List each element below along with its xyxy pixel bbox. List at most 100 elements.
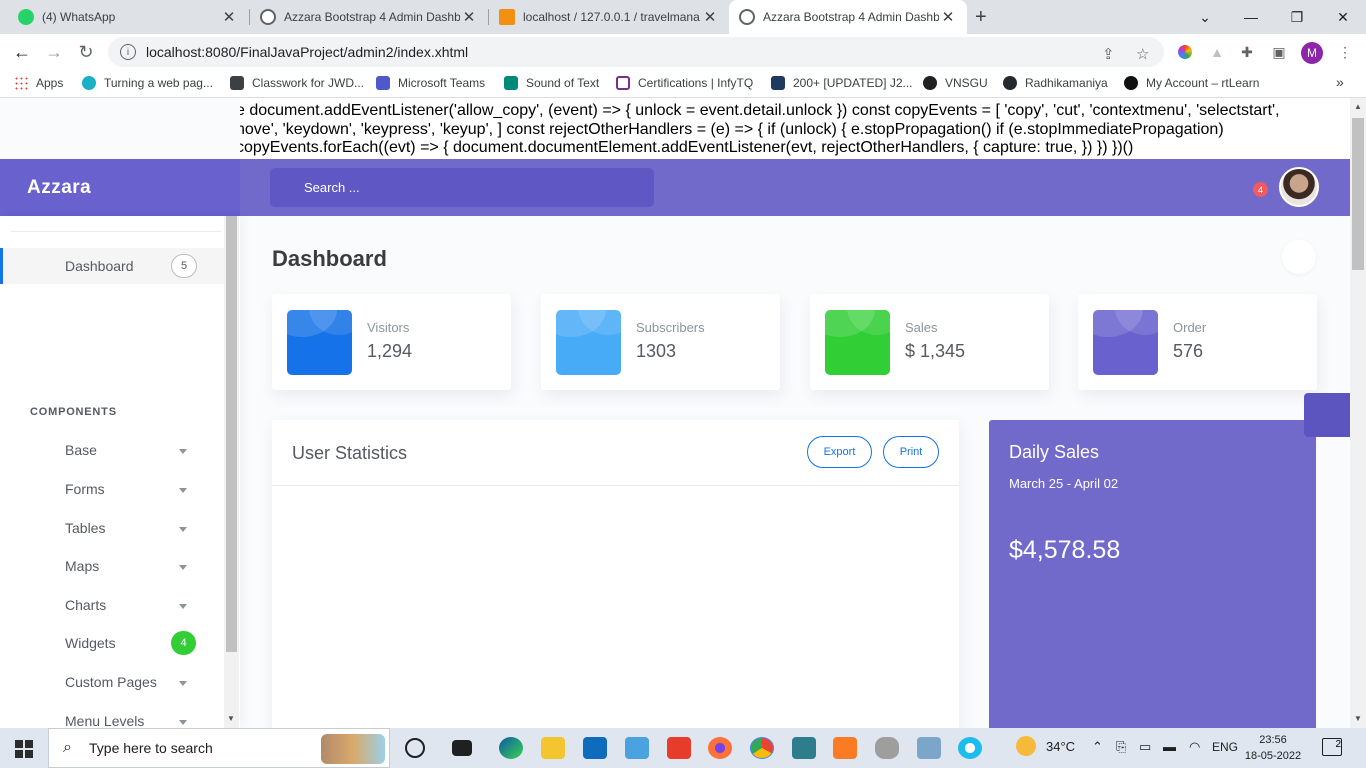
bookmark-item[interactable]: Radhikamaniya	[1003, 76, 1108, 90]
settings-float-button[interactable]	[1304, 393, 1350, 437]
puzzle-icon[interactable]: ✚	[1238, 43, 1256, 61]
usb-icon[interactable]: ⎘	[1116, 739, 1126, 755]
git-icon[interactable]	[667, 737, 691, 759]
sidebar-item-maps[interactable]: Maps	[65, 558, 99, 574]
bookmark-item[interactable]: Classwork for JWD...	[230, 76, 364, 90]
export-button[interactable]: Export	[807, 436, 872, 468]
tab-azzara-active[interactable]: Azzara Bootstrap 4 Admin Dashb ✕	[729, 0, 967, 34]
close-tab-icon[interactable]: ✕	[460, 8, 478, 26]
display-icon[interactable]: ▭	[1139, 739, 1151, 755]
sidebar-item-custom-pages[interactable]: Custom Pages	[65, 674, 157, 690]
close-tab-icon[interactable]: ✕	[220, 8, 238, 26]
file-explorer-icon[interactable]	[541, 737, 565, 759]
sidebar-item-forms[interactable]: Forms	[65, 481, 105, 497]
script-line: nove', 'keydown', 'keypress', 'keyup', ]…	[240, 120, 1224, 138]
star-icon[interactable]: ☆	[1136, 45, 1149, 63]
users-icon	[287, 310, 352, 375]
back-button[interactable]: ←	[10, 40, 34, 64]
task-view-icon[interactable]	[452, 740, 472, 756]
circle-button[interactable]	[1282, 240, 1316, 274]
bookmark-item[interactable]: 200+ [UPDATED] J2...	[771, 76, 913, 90]
firefox-icon[interactable]	[708, 737, 732, 759]
sidebar-scrollbar-thumb[interactable]	[226, 216, 237, 652]
whatsapp-icon	[18, 9, 34, 25]
tab-phpmyadmin[interactable]: localhost / 127.0.0.1 / travelmana ✕	[489, 0, 729, 34]
sales-amount: $4,578.58	[1009, 536, 1121, 564]
clock[interactable]: 23:56 18-05-2022	[1244, 732, 1302, 764]
chevron-up-icon[interactable]: ⌃	[1092, 739, 1103, 755]
classroom-icon	[230, 76, 244, 90]
page-scrollbar-thumb[interactable]	[1352, 118, 1364, 270]
card-title: User Statistics	[292, 443, 408, 463]
chrome-icon[interactable]	[750, 737, 774, 759]
bookmark-item[interactable]: Turning a web pag...	[82, 76, 213, 90]
menu-icon[interactable]: ⋮	[1336, 43, 1354, 61]
bookmark-item[interactable]: Certifications | InfyTQ	[616, 76, 753, 90]
app-icon[interactable]	[917, 737, 941, 759]
sidebar-section-heading: COMPONENTS	[30, 406, 117, 418]
color-extension-icon[interactable]	[1176, 43, 1194, 61]
reload-button[interactable]: ↻	[74, 40, 98, 64]
teams-icon	[376, 76, 390, 90]
notification-center-icon[interactable]: 2	[1322, 738, 1342, 756]
sidebar-item-tables[interactable]: Tables	[65, 520, 105, 536]
info-icon[interactable]: i	[120, 44, 136, 60]
bookmark-item[interactable]: My Account – rtLearn	[1124, 76, 1259, 90]
language-indicator[interactable]: ENG	[1212, 740, 1238, 754]
tab-search-button[interactable]: ⌄	[1182, 0, 1228, 34]
scroll-down-arrow-icon[interactable]: ▼	[1354, 714, 1362, 723]
scroll-down-arrow-icon[interactable]: ▼	[227, 714, 235, 723]
user-avatar[interactable]	[1279, 167, 1319, 207]
bookmarks-overflow[interactable]: »	[1336, 74, 1344, 90]
bookmark-item[interactable]: Microsoft Teams	[376, 76, 485, 90]
computer-icon[interactable]	[625, 737, 649, 759]
wifi-icon[interactable]: ◠	[1189, 739, 1200, 755]
close-tab-icon[interactable]: ✕	[701, 8, 719, 26]
tab-whatsapp[interactable]: (4) WhatsApp ✕	[8, 0, 248, 34]
mail-icon[interactable]	[583, 737, 607, 759]
sidebar-item-widgets[interactable]: Widgets	[65, 635, 116, 651]
daily-sales-card: Daily Sales March 25 - April 02 $4,578.5…	[989, 420, 1316, 728]
scroll-up-arrow-icon[interactable]: ▲	[1354, 102, 1362, 111]
sound-icon	[504, 76, 518, 90]
bookmark-label: Microsoft Teams	[398, 76, 486, 90]
windows-start-button[interactable]	[15, 740, 33, 758]
close-window-button[interactable]: ✕	[1320, 0, 1366, 34]
notification-badge[interactable]: 4	[1253, 182, 1268, 197]
weather-icon[interactable]	[1016, 736, 1036, 756]
bookmark-item[interactable]: VNSGU	[923, 76, 988, 90]
edge-icon[interactable]	[499, 737, 523, 759]
virtualbox-icon[interactable]	[792, 737, 816, 759]
bookmark-label: Apps	[36, 76, 64, 90]
new-tab-button[interactable]: +	[975, 0, 999, 34]
leaked-script-text: e document.addEventListener('allow_copy'…	[240, 98, 1350, 159]
sidebar-item-base[interactable]: Base	[65, 442, 97, 458]
internet-explorer-icon[interactable]	[958, 737, 982, 759]
sidebar-item-label[interactable]: Dashboard	[65, 258, 134, 274]
minimize-button[interactable]: —	[1228, 0, 1274, 34]
restore-button[interactable]: ❐	[1274, 0, 1320, 34]
weather-temperature[interactable]: 34°C	[1046, 739, 1075, 754]
bookmark-apps[interactable]: Apps	[14, 76, 63, 90]
sidebar-item-charts[interactable]: Charts	[65, 597, 106, 613]
xampp-icon[interactable]	[833, 737, 857, 759]
battery-icon[interactable]: ▬	[1163, 739, 1176, 754]
sidebar-item-menu-levels[interactable]: Menu Levels	[65, 713, 144, 728]
brand-logo[interactable]: Azzara	[0, 159, 240, 216]
search-input[interactable]: Search ...	[270, 168, 654, 207]
cortana-icon[interactable]	[405, 738, 425, 758]
bookmark-item[interactable]: Sound of Text	[504, 76, 599, 90]
address-bar[interactable]: i localhost:8080/FinalJavaProject/admin2…	[108, 37, 1164, 67]
close-tab-icon[interactable]: ✕	[939, 8, 957, 26]
share-icon[interactable]: ⇪	[1102, 45, 1115, 63]
forward-button[interactable]: →	[42, 40, 66, 64]
profile-avatar[interactable]: M	[1301, 42, 1323, 64]
globe-icon	[260, 9, 276, 25]
sidepanel-icon[interactable]: ▣	[1270, 43, 1288, 61]
tab-azzara-1[interactable]: Azzara Bootstrap 4 Admin Dashb ✕	[250, 0, 488, 34]
database-icon[interactable]	[875, 737, 899, 759]
extension-a-icon[interactable]: ▲	[1208, 43, 1226, 61]
stat-value: $ 1,345	[905, 341, 966, 361]
print-button[interactable]: Print	[883, 436, 939, 468]
taskbar-search-input[interactable]: ⌕ Type here to search	[48, 728, 390, 768]
